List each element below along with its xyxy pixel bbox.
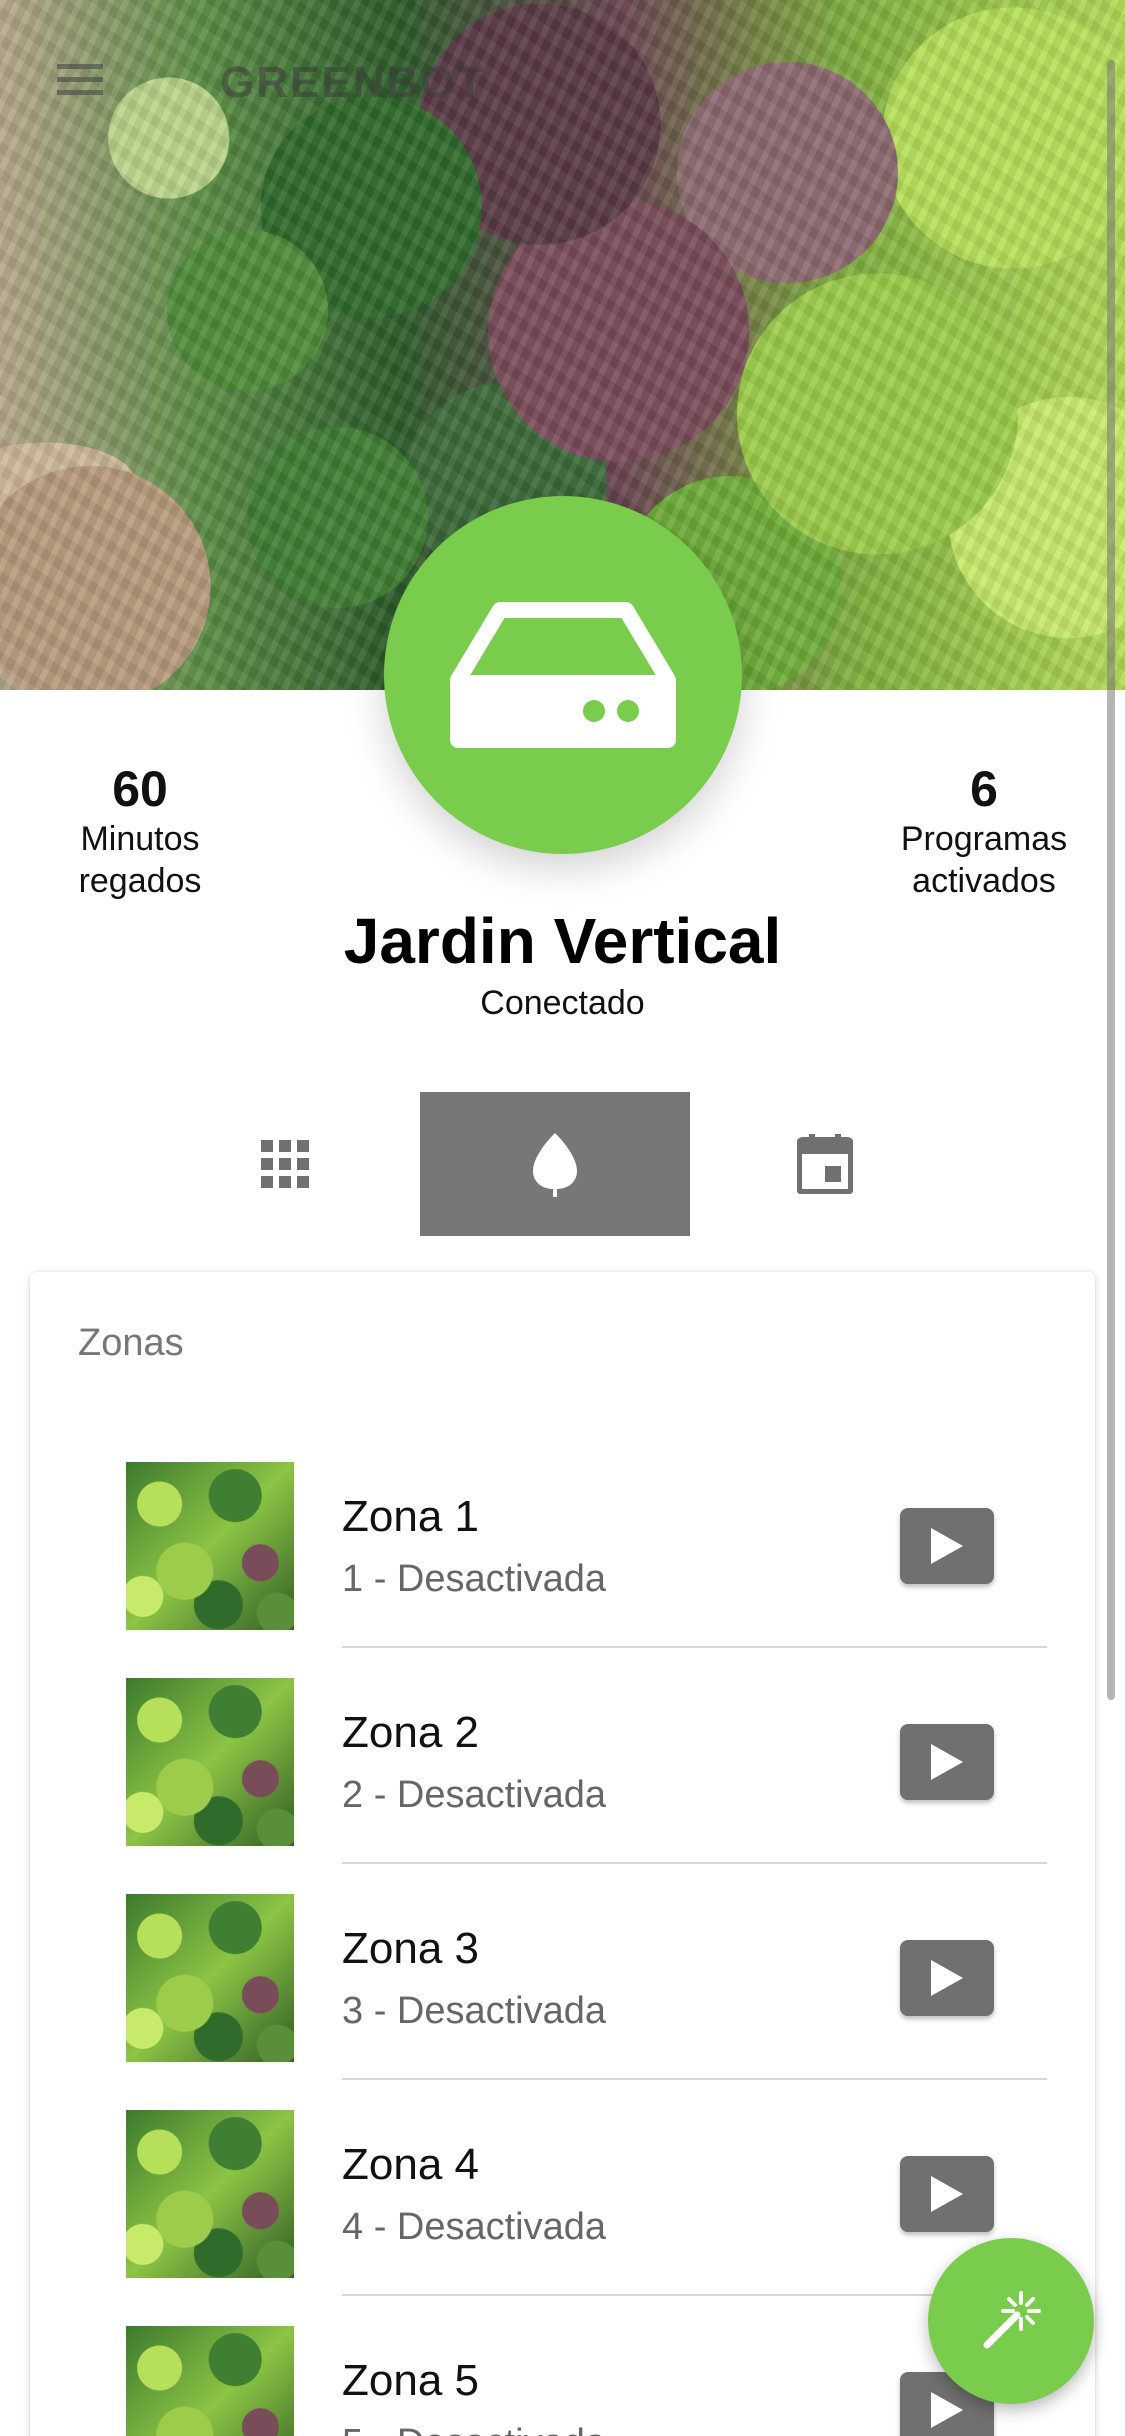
tab-overview[interactable] [150,1092,420,1236]
zone-thumbnail [126,2110,294,2278]
calendar-icon [797,1134,853,1194]
zones-title: Zonas [78,1322,184,1364]
zone-name: Zona 1 [342,1492,479,1541]
tab-zones[interactable] [420,1092,690,1236]
stat-label-line1: Minutos [80,820,200,858]
play-icon [931,1960,963,1996]
zone-thumbnail [126,2326,294,2436]
stat-label-line2: regados [78,862,202,900]
zone-status: 2 - Desactivada [342,1774,607,1816]
device-avatar [384,496,742,854]
stat-label-line2: activados [912,862,1056,900]
router-icon [450,602,676,748]
stat-value: 60 [112,761,168,817]
top-app-bar: GREENBOT [0,0,1125,160]
device-status: Conectado [480,984,645,1022]
stat-watered-minutes: 60 Minutos regados [20,760,260,902]
zone-thumbnail [126,1678,294,1846]
stat-label-line1: Programas [900,820,1068,858]
zone-status: 4 - Desactivada [342,2206,607,2248]
zone-status: 1 - Desactivada [342,1558,607,1600]
zone-status: 5 - Desactivada [342,2422,606,2436]
zone-name: Zona 4 [342,2140,479,2189]
menu-icon [57,64,103,95]
menu-button[interactable] [40,40,120,120]
grid-icon [261,1140,309,1188]
water-drop-icon [533,1133,577,1197]
zone-list-item[interactable]: Zona 2 2 - Desactivada [30,1648,1095,1864]
play-icon [931,1528,963,1564]
zone-play-button[interactable] [900,1508,994,1584]
magic-wand-icon [983,2291,1041,2349]
play-icon [931,2176,963,2212]
zone-thumbnail [126,1462,294,1630]
zone-name: Zona 5 [342,2356,479,2405]
tab-calendar[interactable] [690,1092,960,1236]
magic-wand-fab[interactable] [928,2238,1094,2404]
stat-active-programs: 6 Programas activados [864,760,1104,902]
play-icon [931,2392,963,2428]
app-title: GREENBOT [220,58,486,107]
zone-name: Zona 2 [342,1708,479,1757]
zone-list-item[interactable]: Zona 4 4 - Desactivada [30,2080,1095,2296]
zones-card: Zonas Zona 1 1 - Desactivada Zona 2 2 - … [30,1272,1095,2436]
zone-status: 3 - Desactivada [342,1990,607,2032]
zone-play-button[interactable] [900,2156,994,2232]
zone-list-item[interactable]: Zona 3 3 - Desactivada [30,1864,1095,2080]
stat-value: 6 [970,761,998,817]
scrollbar[interactable] [1107,60,1115,1700]
zone-thumbnail [126,1894,294,2062]
zone-list-item[interactable]: Zona 1 1 - Desactivada [30,1432,1095,1648]
tab-bar [0,1092,1125,1236]
zone-name: Zona 3 [342,1924,479,1973]
device-name: Jardin Vertical [343,905,782,977]
play-icon [931,1744,963,1780]
zone-play-button[interactable] [900,1724,994,1800]
zone-play-button[interactable] [900,1940,994,2016]
